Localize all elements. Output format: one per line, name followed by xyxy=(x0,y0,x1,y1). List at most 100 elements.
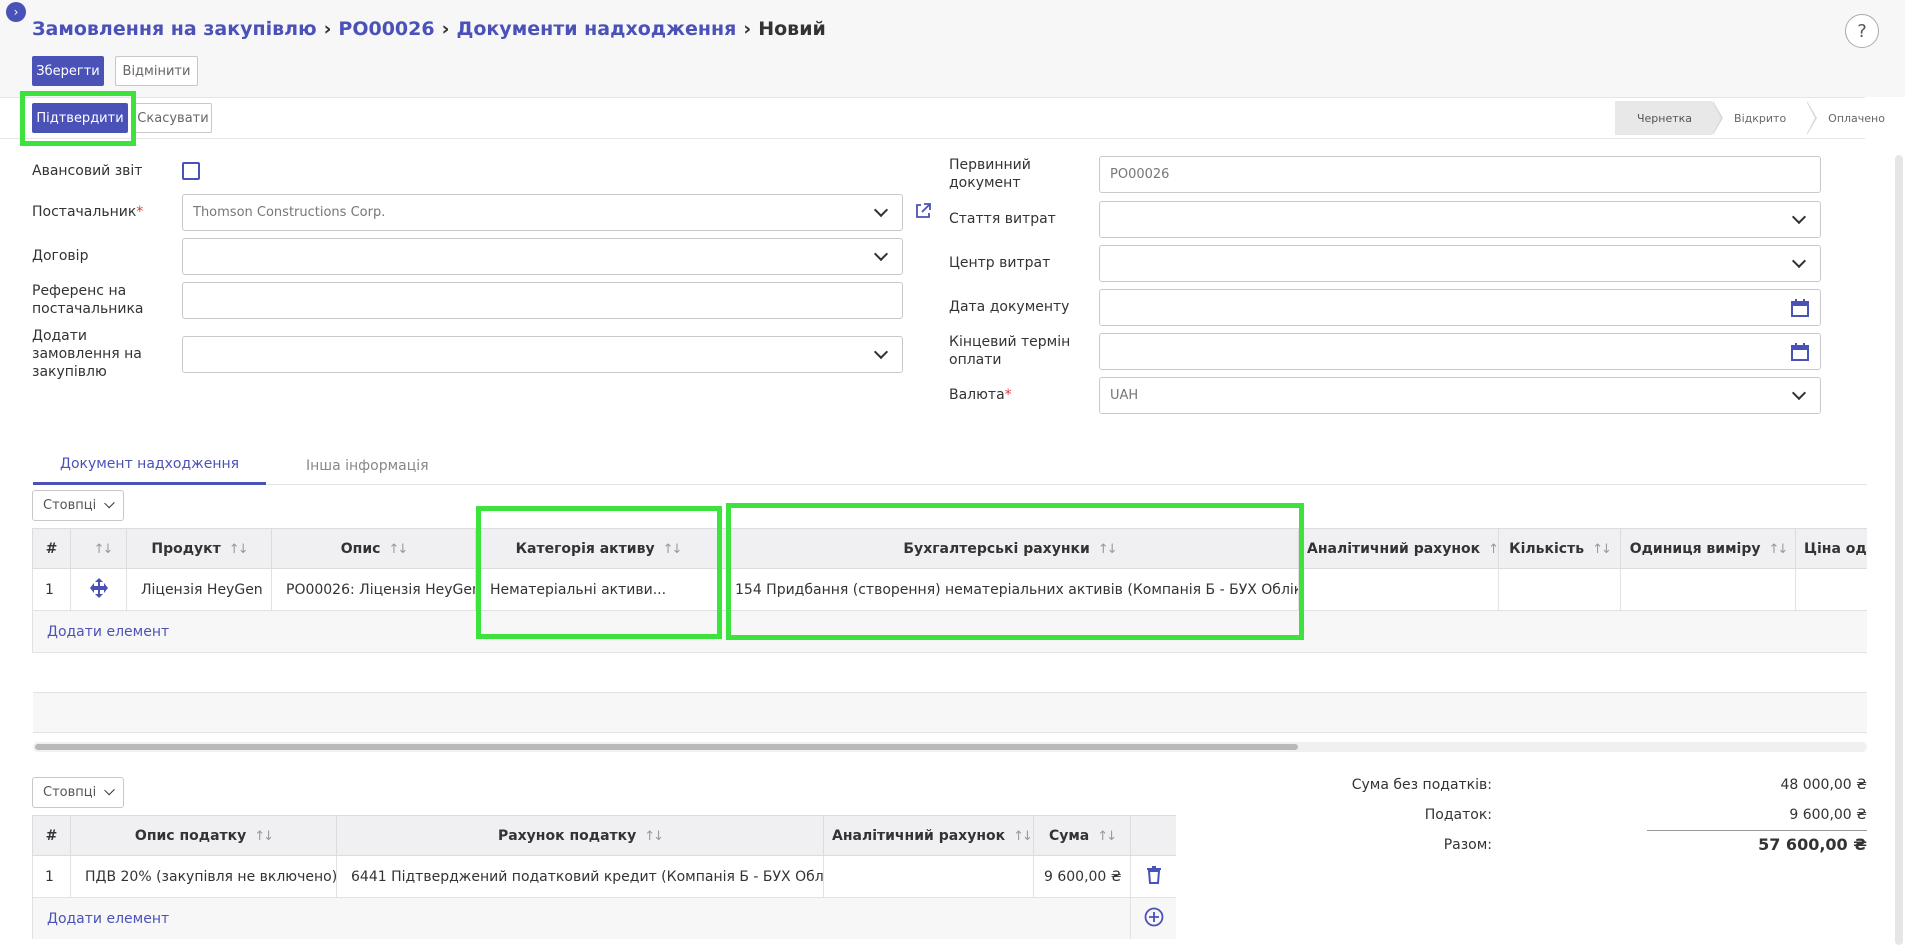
col-asset-category[interactable]: Категорія активу ↑↓ xyxy=(475,528,721,569)
col-product[interactable]: Продукт ↑↓ xyxy=(126,528,272,569)
tab-other-info[interactable]: Інша інформація xyxy=(273,446,462,485)
sort-icon[interactable]: ↑↓ xyxy=(1097,829,1117,844)
sort-icon[interactable]: ↑↓ xyxy=(388,542,408,557)
col-accounts[interactable]: Бухгалтерські рахунки ↑↓ xyxy=(720,528,1299,569)
doc-date-label: Дата документу xyxy=(949,299,1070,315)
drag-handle[interactable] xyxy=(70,568,127,611)
col-description-label: Опис xyxy=(340,540,381,557)
lines-columns-button[interactable]: Стовпці xyxy=(32,490,124,521)
calendar-icon[interactable] xyxy=(1790,342,1810,362)
discard-button[interactable]: Відмінити xyxy=(115,56,198,86)
step-paid[interactable]: Оплачено xyxy=(1806,101,1905,135)
col-uom[interactable]: Одиниця виміру ↑↓ xyxy=(1620,528,1796,569)
advance-report-checkbox[interactable] xyxy=(182,162,200,180)
cost-center-field[interactable] xyxy=(1099,245,1821,282)
add-po-field[interactable] xyxy=(182,336,903,373)
col-tax-account[interactable]: Рахунок податку ↑↓ xyxy=(336,815,824,856)
col-price[interactable]: Ціна од xyxy=(1795,528,1867,569)
sort-icon[interactable]: ↑↓ xyxy=(1769,542,1789,557)
help-button[interactable]: ? xyxy=(1845,14,1879,48)
sort-icon[interactable]: ↑↓ xyxy=(94,542,114,557)
taxes-table: # Опис податку ↑↓ Рахунок податку ↑↓ Аналі… xyxy=(32,815,1176,939)
currency-field[interactable]: UAH xyxy=(1099,377,1821,414)
tax-amount: 9 600,00 ₴ xyxy=(1789,807,1867,823)
row-price[interactable] xyxy=(1795,568,1867,611)
col-tax-analytic[interactable]: Аналітичний рахунок ↑↓ xyxy=(823,815,1034,856)
sidebar-toggle-button[interactable]: › xyxy=(6,2,26,22)
save-button[interactable]: Зберегти xyxy=(32,56,104,86)
totals-divider xyxy=(1647,830,1867,831)
row-uom[interactable] xyxy=(1620,568,1796,611)
row-quantity[interactable] xyxy=(1498,568,1621,611)
contract-field[interactable] xyxy=(182,238,903,275)
trash-icon[interactable] xyxy=(1146,865,1161,884)
cost-center-label: Центр витрат xyxy=(949,255,1051,271)
add-line-link[interactable]: Додати елемент xyxy=(32,610,1867,653)
move-icon[interactable] xyxy=(88,577,110,599)
step-draft[interactable]: Чернетка xyxy=(1615,101,1724,135)
source-doc-input[interactable]: PO00026 xyxy=(1099,156,1821,193)
columns-label: Стовпці xyxy=(43,785,97,800)
col-description[interactable]: Опис ↑↓ xyxy=(271,528,476,569)
horizontal-scroll-thumb[interactable] xyxy=(35,744,1298,750)
row-analytic[interactable] xyxy=(1298,568,1499,611)
question-icon: ? xyxy=(1857,20,1867,42)
breadcrumb-po[interactable]: PO00026 xyxy=(338,18,434,40)
col-tax-amount[interactable]: Сума ↑↓ xyxy=(1033,815,1131,856)
expense-item-field[interactable] xyxy=(1099,201,1821,238)
chevron-down-icon xyxy=(104,497,115,509)
external-link-icon[interactable] xyxy=(914,202,932,220)
tax-row-account[interactable]: 6441 Підтверджений податковий кредит (Ко… xyxy=(336,855,824,898)
table-row[interactable]: 1 Ліцензія HeyGen PO00026: Ліцензія HeyG… xyxy=(32,568,1867,611)
col-drag: ↑↓ xyxy=(70,528,127,569)
taxes-columns-button[interactable]: Стовпці xyxy=(32,777,124,808)
sort-icon[interactable]: ↑↓ xyxy=(254,829,274,844)
cancel-button[interactable]: Скасувати xyxy=(134,103,212,133)
tab-receipt-document[interactable]: Документ надходження xyxy=(33,446,267,485)
calendar-icon[interactable] xyxy=(1790,298,1810,318)
tax-row-amount[interactable]: 9 600,00 ₴ xyxy=(1033,855,1131,898)
sort-icon[interactable]: ↑↓ xyxy=(1488,542,1497,557)
add-tax-link[interactable]: Додати елемент xyxy=(32,897,1131,939)
col-quantity[interactable]: Кількість ↑↓ xyxy=(1498,528,1621,569)
tax-row-num: 1 xyxy=(32,855,71,898)
tax-row-description[interactable]: ПДВ 20% (закупівля не включено) xyxy=(70,855,337,898)
vertical-scrollbar[interactable] xyxy=(1895,155,1903,945)
due-date-input[interactable] xyxy=(1099,333,1821,370)
columns-label: Стовпці xyxy=(43,498,97,513)
supplier-ref-input[interactable] xyxy=(182,282,903,319)
doc-date-input[interactable] xyxy=(1099,289,1821,326)
breadcrumb-purchase-orders[interactable]: Замовлення на закупівлю xyxy=(32,18,317,40)
row-accounts[interactable]: 154 Придбання (створення) нематеріальних… xyxy=(720,568,1299,611)
col-tax-account-label: Рахунок податку xyxy=(497,827,637,844)
sort-icon[interactable]: ↑↓ xyxy=(1013,829,1032,844)
breadcrumb-separator-icon: › xyxy=(743,18,752,40)
tax-label: Податок: xyxy=(1424,807,1492,823)
row-description[interactable]: PO00026: Ліцензія HeyGen xyxy=(271,568,476,611)
sort-icon[interactable]: ↑↓ xyxy=(1098,542,1118,557)
col-uom-label: Одиниця виміру xyxy=(1629,540,1761,557)
chevron-down-icon xyxy=(873,246,889,262)
tax-row-analytic[interactable] xyxy=(823,855,1034,898)
empty-cell xyxy=(32,692,1867,733)
col-tax-description-label: Опис податку xyxy=(134,827,247,844)
breadcrumb-receipts[interactable]: Документи надходження xyxy=(456,18,736,40)
untaxed-amount: 48 000,00 ₴ xyxy=(1780,777,1867,793)
col-analytic[interactable]: Аналітичний рахунок ↑↓ xyxy=(1298,528,1499,569)
row-product[interactable]: Ліцензія HeyGen xyxy=(126,568,272,611)
row-asset-category[interactable]: Нематеріальні активи... xyxy=(475,568,721,611)
total-label: Разом: xyxy=(1443,837,1492,853)
confirm-button[interactable]: Підтвердити xyxy=(32,103,128,133)
col-tax-description[interactable]: Опис податку ↑↓ xyxy=(70,815,337,856)
sort-icon[interactable]: ↑↓ xyxy=(663,542,683,557)
header-area xyxy=(0,0,1905,97)
sort-icon[interactable]: ↑↓ xyxy=(229,542,249,557)
sort-icon[interactable]: ↑↓ xyxy=(644,829,664,844)
step-open[interactable]: Відкрито xyxy=(1712,101,1818,135)
supplier-field[interactable]: Thomson Constructions Corp. xyxy=(182,194,903,231)
breadcrumb-separator-icon: › xyxy=(441,18,450,40)
expense-item-label: Стаття витрат xyxy=(949,211,1056,227)
table-row[interactable]: 1 ПДВ 20% (закупівля не включено) 6441 П… xyxy=(32,855,1176,898)
sort-icon[interactable]: ↑↓ xyxy=(1592,542,1612,557)
plus-circle-icon[interactable] xyxy=(1144,907,1164,927)
